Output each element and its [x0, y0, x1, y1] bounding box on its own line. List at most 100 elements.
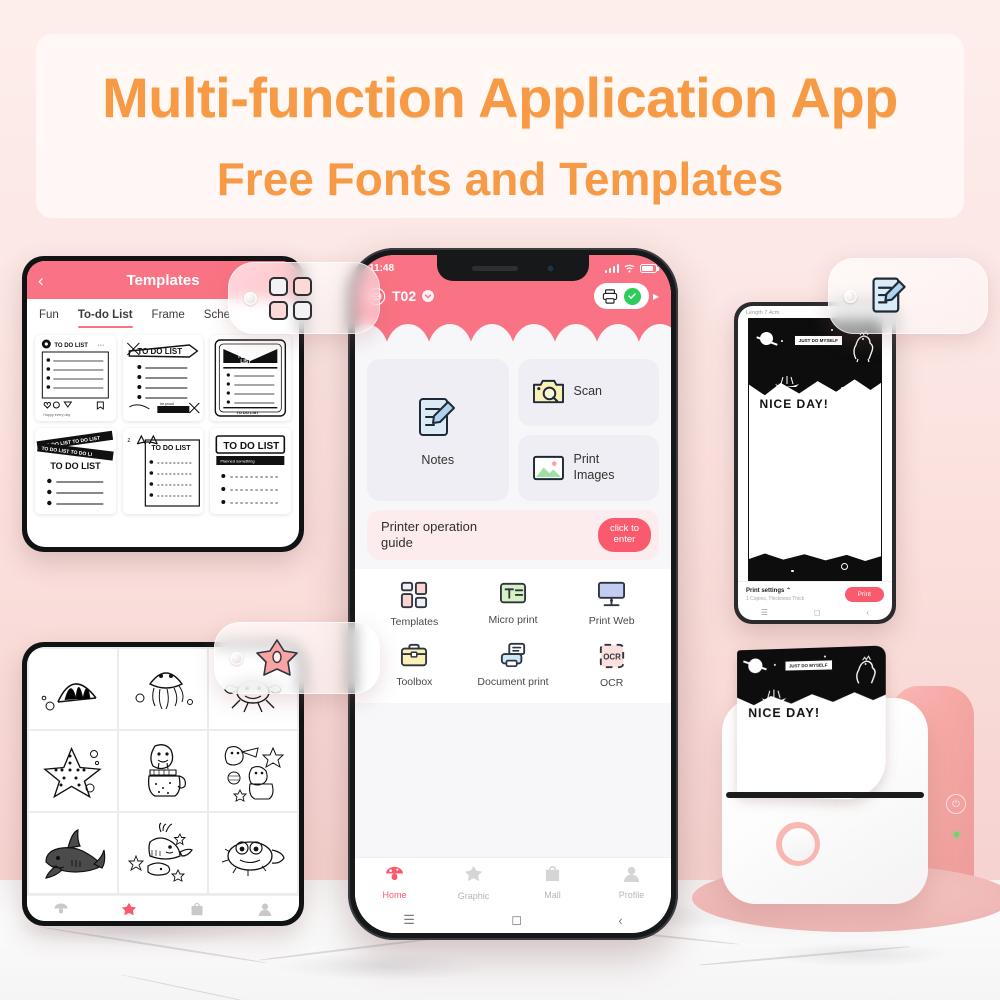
- phone-notch: [437, 255, 589, 281]
- templates-grid: TO DO LIST ··· Happy every day TO DO LIS…: [27, 328, 299, 521]
- graphic-cell[interactable]: [29, 813, 117, 893]
- sidebar-item-mall[interactable]: Mall: [163, 896, 231, 921]
- sidebar-item-graphic[interactable]: Graphic: [95, 896, 163, 921]
- svg-text:TO DO LIST: TO DO LIST: [137, 347, 182, 356]
- template-thumb-boxed-bold: TO DO LIST Planned something: [215, 435, 286, 504]
- print-images-card[interactable]: Print Images: [517, 434, 659, 501]
- printed-label-paper: JUST DO MYSELF NICE DAY!: [737, 645, 886, 801]
- template-card[interactable]: TO DO LIST be proud: [122, 335, 204, 421]
- headline-text: NICE DAY!: [759, 397, 829, 412]
- sidebar-item-home[interactable]: Home: [27, 896, 95, 921]
- notes-edit-icon: [872, 277, 906, 313]
- graphic-cell[interactable]: [29, 649, 117, 729]
- feature-ocr[interactable]: OCR OCR: [562, 642, 661, 689]
- page-subtitle: Free Fonts and Templates: [216, 153, 784, 205]
- toolbox-icon: [401, 643, 428, 667]
- chevron-down-icon[interactable]: [422, 290, 435, 302]
- graphic-cell[interactable]: [209, 813, 297, 893]
- print-settings-bar[interactable]: Print settings ⌃ 1 Copies, Thickness Thi…: [738, 581, 892, 605]
- svg-text:Happy every day: Happy every day: [43, 413, 70, 417]
- seals-icon: [224, 745, 285, 802]
- boat-icon: [761, 687, 787, 702]
- print-settings-label: Print settings ⌃: [746, 588, 792, 594]
- app-home-screen: 11:48 T02 ▸ Notes Scan Print Images Prin…: [355, 255, 671, 933]
- guide-text: Printer operation guide: [381, 519, 478, 550]
- tab-fun[interactable]: Fun: [39, 309, 59, 328]
- chevron-up-icon[interactable]: ⌃: [786, 588, 791, 594]
- printer-icon: [602, 288, 618, 304]
- bubble-text: JUST DO MYSELF: [793, 334, 843, 346]
- graphic-cell[interactable]: [209, 731, 297, 811]
- back-icon[interactable]: ‹: [866, 608, 869, 617]
- mushroom-icon: [386, 866, 403, 881]
- feature-label: Document print: [477, 676, 549, 688]
- document-printer-icon: [500, 642, 526, 668]
- wifi-icon: [624, 264, 635, 273]
- feature-document-print[interactable]: Document print: [464, 642, 563, 689]
- notes-badge[interactable]: [828, 258, 988, 334]
- grid-squares-icon: [269, 276, 312, 320]
- template-thumb-tape-stack: TO DO LIST TO DO LIST TO DO LIST TO DO L…: [36, 430, 114, 506]
- person-icon: [623, 866, 640, 882]
- ocr-icon: OCR: [599, 643, 624, 669]
- tab-profile[interactable]: Profile: [592, 858, 671, 907]
- sidebar-item-profile[interactable]: Profile: [231, 896, 299, 921]
- notes-card[interactable]: Notes: [367, 359, 509, 501]
- menu-icon[interactable]: ☰: [761, 608, 768, 617]
- grid-squares-icon: [401, 581, 428, 609]
- back-icon[interactable]: ‹: [618, 913, 622, 928]
- feature-label: Micro print: [488, 614, 538, 626]
- device-name: T02: [392, 288, 417, 304]
- printer-status-pill[interactable]: [593, 283, 649, 309]
- templates-badge[interactable]: [228, 262, 380, 334]
- template-card[interactable]: TO DO LIST ··· Happy every day: [35, 335, 116, 421]
- tab-schedule[interactable]: Sche: [204, 309, 230, 328]
- speaker-icon: [471, 265, 518, 271]
- shell-icon: [41, 683, 97, 711]
- scan-card[interactable]: Scan: [517, 359, 659, 426]
- tab-label: Profile: [618, 890, 645, 900]
- template-thumb-ticket-burst: TO DO LIST TO DO LIST: [214, 339, 287, 417]
- tab-graphic[interactable]: Graphic: [434, 858, 513, 907]
- template-card[interactable]: TO DO LIST TO DO LIST TO DO LIST TO DO L…: [35, 428, 116, 514]
- graphic-cell[interactable]: [119, 731, 207, 811]
- template-thumb-frame-dots: TO DO LIST ··· Happy every day: [41, 339, 109, 417]
- text-label-icon: [499, 582, 526, 604]
- menu-icon[interactable]: ☰: [403, 912, 415, 928]
- label-canvas[interactable]: JUST DO MYSELF NICE DAY!: [748, 318, 882, 581]
- bag-icon: [545, 866, 560, 882]
- svg-text:LIST: LIST: [241, 359, 252, 365]
- hero-right-column: Scan Print Images: [517, 359, 659, 501]
- print-settings-value: 1 Copies, Thickness Thick: [746, 596, 805, 602]
- headline-banner: Multi-function Application App Free Font…: [36, 34, 964, 218]
- boat-icon: [774, 375, 799, 387]
- printer-guide-banner[interactable]: Printer operation guide click to enter: [367, 510, 659, 560]
- power-icon[interactable]: ⏻: [946, 794, 966, 814]
- graphic-cell[interactable]: [119, 813, 207, 893]
- graphic-badge[interactable]: [214, 622, 380, 694]
- android-navbar: ☰ ◻ ‹: [738, 605, 892, 620]
- feed-button[interactable]: [776, 822, 820, 866]
- template-card[interactable]: TO DO LIST Planned something: [210, 428, 291, 514]
- tab-mall[interactable]: Mall: [513, 858, 592, 907]
- template-card[interactable]: TO DO LIST TO DO LIST: [210, 335, 291, 421]
- shark-icon: [45, 829, 106, 879]
- click-to-enter-button[interactable]: click to enter: [597, 518, 651, 552]
- tab-todo-list[interactable]: To-do List: [77, 309, 133, 328]
- svg-text:TO DO LIST: TO DO LIST: [54, 343, 88, 349]
- template-card[interactable]: z TO DO LIST: [122, 428, 204, 514]
- feature-print-web[interactable]: Print Web: [562, 581, 661, 628]
- chevron-right-icon[interactable]: ▸: [653, 289, 659, 303]
- tab-frame[interactable]: Frame: [152, 309, 185, 328]
- home-square-icon[interactable]: ◻: [814, 608, 821, 617]
- feature-templates[interactable]: Templates: [365, 581, 464, 628]
- front-camera-icon: [545, 263, 555, 273]
- home-square-icon[interactable]: ◻: [511, 912, 522, 928]
- tab-home[interactable]: Home: [355, 858, 434, 907]
- feature-micro-print[interactable]: Micro print: [464, 581, 563, 628]
- print-button[interactable]: Print: [844, 587, 884, 602]
- page-title: Multi-function Application App: [102, 66, 898, 129]
- graphic-cell[interactable]: [119, 649, 207, 729]
- graphic-cell[interactable]: [29, 731, 117, 811]
- svg-text:OCR: OCR: [603, 653, 621, 662]
